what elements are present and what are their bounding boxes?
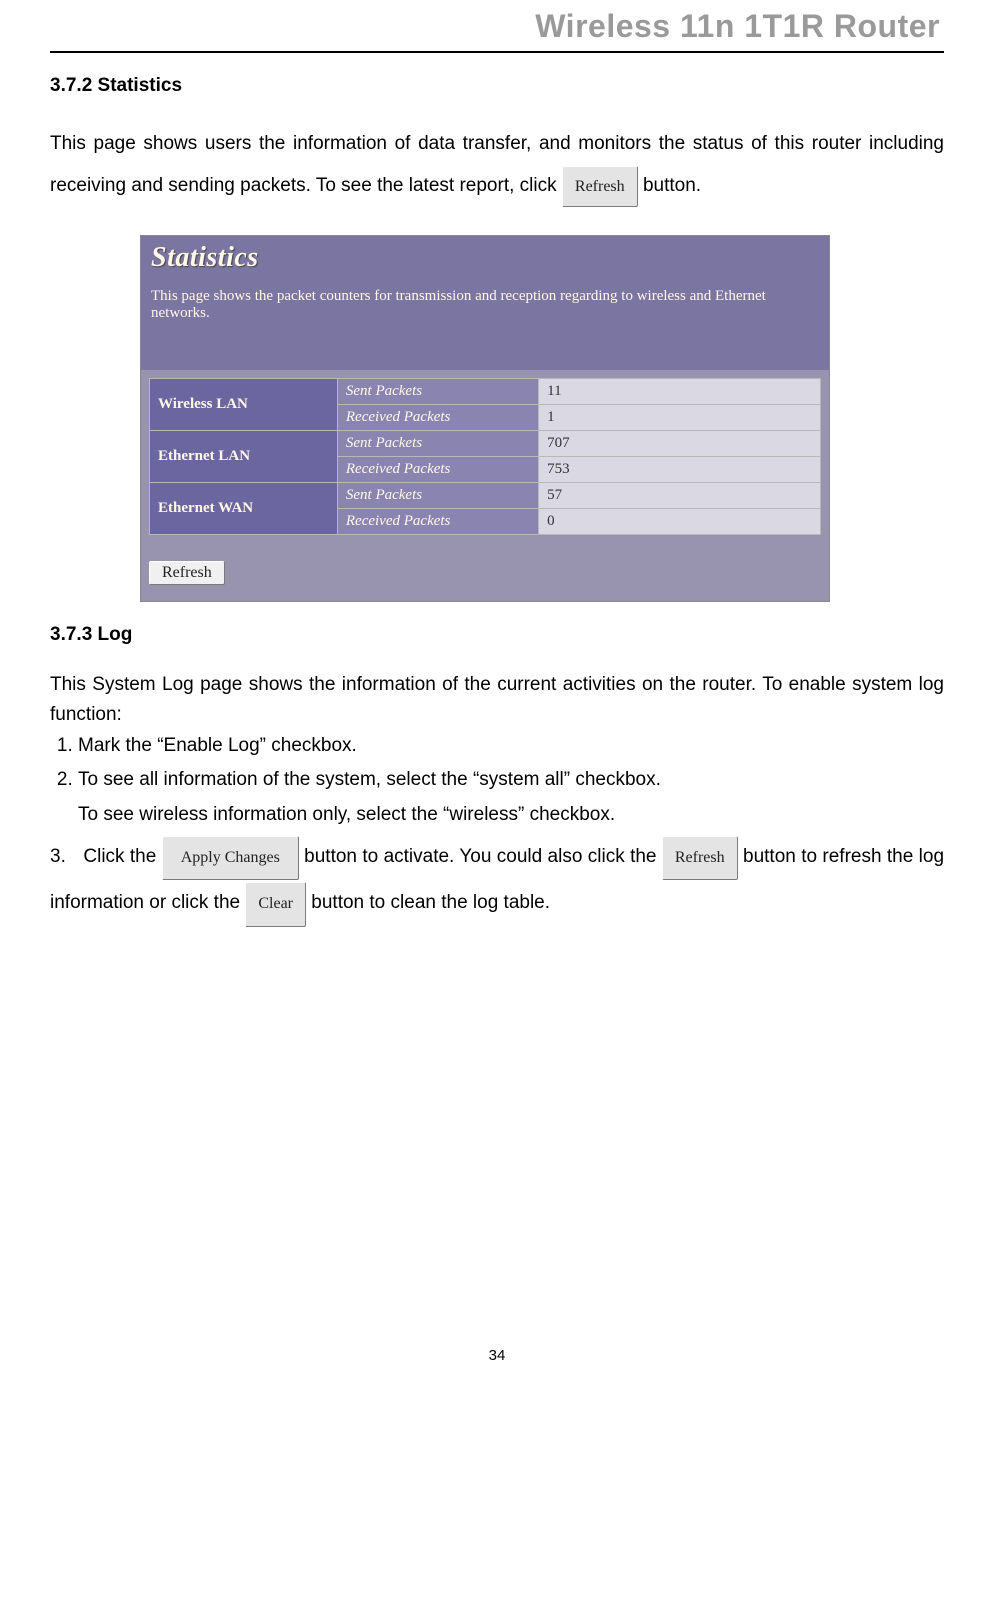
value-cell: 11 [539, 378, 821, 404]
log-step-2a: To see all information of the system, se… [78, 765, 944, 795]
refresh-button-log[interactable]: Refresh [662, 834, 738, 880]
value-cell: 753 [539, 456, 821, 482]
iface-cell: Ethernet WAN [150, 482, 338, 534]
clear-button-label: Clear [245, 882, 306, 926]
value-cell: 1 [539, 404, 821, 430]
refresh-button-label: Refresh [562, 166, 638, 207]
step3-end: button to clean the log table. [311, 893, 550, 914]
statistics-heading: 3.7.2 Statistics [50, 75, 944, 97]
metric-cell: Sent Packets [337, 482, 538, 508]
statistics-intro-text-2: button. [643, 175, 701, 196]
page-header: Wireless 11n 1T1R Router [50, 0, 944, 53]
step3-pre: Click the [83, 846, 161, 867]
log-intro: This System Log page shows the informati… [50, 670, 944, 731]
value-cell: 707 [539, 430, 821, 456]
metric-cell: Sent Packets [337, 378, 538, 404]
statistics-screenshot: Statistics This page shows the packet co… [140, 235, 944, 602]
refresh-button-log-label: Refresh [662, 836, 738, 880]
metric-cell: Received Packets [337, 456, 538, 482]
value-cell: 57 [539, 482, 821, 508]
screenshot-title: Statistics [151, 242, 259, 273]
metric-cell: Received Packets [337, 404, 538, 430]
screenshot-description: This page shows the packet counters for … [141, 278, 829, 370]
log-step-1: Mark the “Enable Log” checkbox. [78, 731, 944, 761]
iface-cell: Ethernet LAN [150, 430, 338, 482]
table-row: Ethernet WAN Sent Packets 57 [150, 482, 821, 508]
screenshot-refresh-button[interactable]: Refresh [149, 561, 829, 585]
table-row: Ethernet LAN Sent Packets 707 [150, 430, 821, 456]
statistics-intro: This page shows users the information of… [50, 123, 944, 207]
value-cell: 0 [539, 508, 821, 534]
metric-cell: Received Packets [337, 508, 538, 534]
apply-changes-label: Apply Changes [162, 836, 299, 880]
log-step-2b: To see wireless information only, select… [78, 800, 944, 830]
statistics-intro-text-1: This page shows users the information of… [50, 133, 944, 196]
step3-mid: button to activate. You could also click… [304, 846, 662, 867]
iface-cell: Wireless LAN [150, 378, 338, 430]
page-number: 34 [50, 1347, 944, 1384]
clear-button[interactable]: Clear [245, 880, 306, 926]
screenshot-title-bar: Statistics [141, 236, 829, 278]
table-row: Wireless LAN Sent Packets 11 [150, 378, 821, 404]
metric-cell: Sent Packets [337, 430, 538, 456]
log-step-3: 3. Click the Apply Changes button to act… [50, 834, 944, 927]
header-title: Wireless 11n 1T1R Router [535, 8, 940, 44]
step3-number: 3. [50, 834, 78, 880]
statistics-table: Wireless LAN Sent Packets 11 Received Pa… [149, 378, 821, 535]
log-steps: Mark the “Enable Log” checkbox. To see a… [50, 731, 944, 796]
screenshot-refresh-label: Refresh [149, 561, 225, 585]
refresh-button-inline[interactable]: Refresh [562, 165, 638, 207]
log-heading: 3.7.3 Log [50, 624, 944, 646]
apply-changes-button[interactable]: Apply Changes [162, 834, 299, 880]
